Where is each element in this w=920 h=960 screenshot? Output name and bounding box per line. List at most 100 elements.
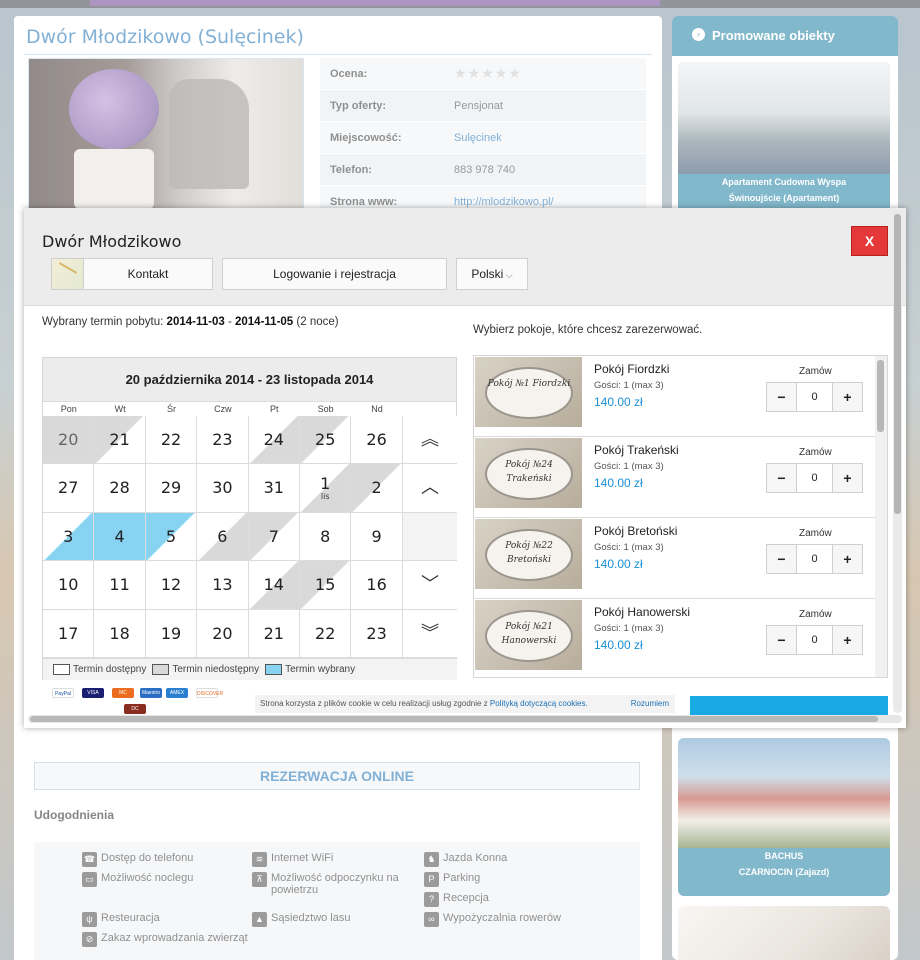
calendar-day-number: 12	[160, 575, 182, 595]
modal-horizontal-scrollbar-thumb[interactable]	[30, 716, 878, 722]
room-price: 140.00 zł	[594, 395, 643, 409]
cookie-policy-link[interactable]: Polityką dotyczącą cookies.	[490, 699, 588, 708]
contact-label: Kontakt	[127, 267, 169, 281]
increment-button[interactable]: +	[832, 463, 863, 493]
calendar-day[interactable]: 24	[248, 416, 300, 465]
chevron-down-icon[interactable]: ﹀	[403, 561, 457, 610]
calendar-day-number: 20	[212, 623, 233, 643]
rooms-scrollbar-thumb[interactable]	[877, 360, 884, 432]
calendar-day-number: 4	[114, 526, 125, 546]
calendar-day[interactable]: 5	[145, 512, 198, 562]
quantity-input[interactable]: 0	[797, 625, 832, 655]
double-chevron-down-icon[interactable]: ︾	[403, 609, 457, 658]
increment-button[interactable]: +	[832, 382, 863, 412]
close-button[interactable]: X	[851, 226, 888, 256]
calendar-day[interactable]: 26	[351, 416, 403, 465]
increment-button[interactable]: +	[832, 544, 863, 574]
calendar-day[interactable]: 14	[248, 561, 300, 610]
modal-horizontal-scrollbar[interactable]	[28, 715, 902, 723]
calendar-day[interactable]: 10	[43, 561, 95, 610]
calendar-day[interactable]: 2	[351, 464, 403, 513]
calendar-day[interactable]: 19	[145, 609, 198, 658]
weekday-header: Pon Wt Śr Czw Pt Sob Nd	[43, 402, 456, 416]
language-label: Polski	[471, 267, 504, 281]
calendar-day[interactable]: 1 lis	[300, 464, 352, 513]
room-item: Pokój №21 Hanowerski Pokój Hanowerski Go…	[474, 599, 876, 677]
calendar-day-number: 10	[58, 575, 79, 595]
quantity-input[interactable]: 0	[797, 544, 832, 574]
room-image: Pokój №24 Trakeński	[475, 438, 582, 508]
stay-nights: (2 noce)	[296, 316, 339, 328]
calendar-day[interactable]: 15	[300, 561, 352, 610]
modal-vertical-scrollbar[interactable]	[893, 210, 902, 713]
calendar-day[interactable]: 25	[300, 416, 352, 465]
calendar-day[interactable]: 18	[94, 609, 146, 658]
calendar-legend: Termin dostępny Termin niedostępny Termi…	[43, 658, 457, 680]
calendar-day[interactable]: 8	[300, 512, 352, 562]
increment-button[interactable]: +	[832, 625, 863, 655]
visa-logo: VISA	[82, 688, 104, 698]
calendar-day[interactable]: 22	[300, 609, 352, 658]
cookie-text: Strona korzysta z plików cookie w celu r…	[260, 699, 488, 708]
mastercard-logo: MC	[112, 688, 134, 698]
calendar-day[interactable]: 7	[248, 512, 300, 562]
quantity-stepper: − 0 +	[766, 382, 863, 412]
contact-button[interactable]: Kontakt	[51, 258, 213, 290]
selected-stay: Wybrany termin pobytu: 2014-11-03 - 2014…	[42, 316, 339, 328]
legend-sel-label: Termin wybrany	[285, 664, 356, 676]
calendar-day[interactable]: 13	[197, 561, 249, 610]
calendar-day[interactable]: 20	[43, 416, 95, 465]
room-name: Pokój Fiordzki	[594, 362, 670, 376]
room-guests: Gości: 1 (max 3)	[594, 542, 664, 553]
calendar-day[interactable]: 20	[197, 609, 249, 658]
calendar-day-number: 17	[58, 623, 79, 643]
order-label: Zamów	[799, 528, 832, 539]
calendar-day[interactable]: 11	[94, 561, 146, 610]
calendar-day-number: 27	[58, 478, 79, 498]
room-guests: Gości: 1 (max 3)	[594, 461, 664, 472]
cookie-accept-link[interactable]: Rozumiem	[631, 695, 669, 713]
calendar-day[interactable]: 21	[94, 416, 146, 465]
modal-vertical-scrollbar-thumb[interactable]	[894, 214, 901, 514]
room-price: 140.00 zł	[594, 557, 643, 571]
calendar-day-number: 2	[371, 478, 382, 498]
rooms-scrollbar[interactable]	[875, 356, 887, 677]
calendar-day[interactable]: 3	[43, 512, 95, 562]
calendar-day[interactable]: 30	[197, 464, 249, 513]
decrement-button[interactable]: −	[766, 382, 797, 412]
calendar-day[interactable]: 29	[145, 464, 198, 513]
calendar-day[interactable]: 9	[351, 512, 403, 562]
calendar-day[interactable]: 28	[94, 464, 146, 513]
payment-logos: PayPal VISA MC Maestro AMEX DISCOVER DC	[52, 686, 252, 716]
calendar-day[interactable]: 22	[145, 416, 198, 465]
language-select[interactable]: Polski ⌵	[456, 258, 528, 290]
login-register-button[interactable]: Logowanie i rejestracja	[222, 258, 447, 290]
cookie-notice: Strona korzysta z plików cookie w celu r…	[255, 695, 675, 713]
calendar-day-number: 8	[320, 526, 331, 546]
room-name: Pokój Bretoński	[594, 524, 678, 538]
calendar-day-number: 6	[217, 526, 228, 546]
calendar-day[interactable]: 21	[248, 609, 300, 658]
calendar-day-number: 9	[371, 526, 382, 546]
decrement-button[interactable]: −	[766, 544, 797, 574]
calendar-day[interactable]: 27	[43, 464, 95, 513]
room-image: Pokój №22 Bretoński	[475, 519, 582, 589]
calendar-day[interactable]: 23	[351, 609, 403, 658]
calendar-day[interactable]: 31	[248, 464, 300, 513]
order-label: Zamów	[799, 609, 832, 620]
calendar-day[interactable]: 23	[197, 416, 249, 465]
calendar-day-number: 22	[315, 623, 336, 643]
decrement-button[interactable]: −	[766, 625, 797, 655]
double-chevron-up-icon[interactable]: ︽	[403, 416, 457, 465]
quantity-input[interactable]: 0	[797, 382, 832, 412]
modal-title: Dwór Młodzikowo	[42, 232, 182, 251]
quantity-input[interactable]: 0	[797, 463, 832, 493]
calendar-day[interactable]: 16	[351, 561, 403, 610]
calendar-day[interactable]: 12	[145, 561, 198, 610]
calendar-day[interactable]: 17	[43, 609, 95, 658]
calendar-day[interactable]: 4	[94, 512, 146, 562]
dc-logo: DC	[124, 704, 146, 714]
decrement-button[interactable]: −	[766, 463, 797, 493]
chevron-up-icon[interactable]: ︿	[403, 464, 457, 513]
calendar-day[interactable]: 6	[197, 512, 249, 562]
